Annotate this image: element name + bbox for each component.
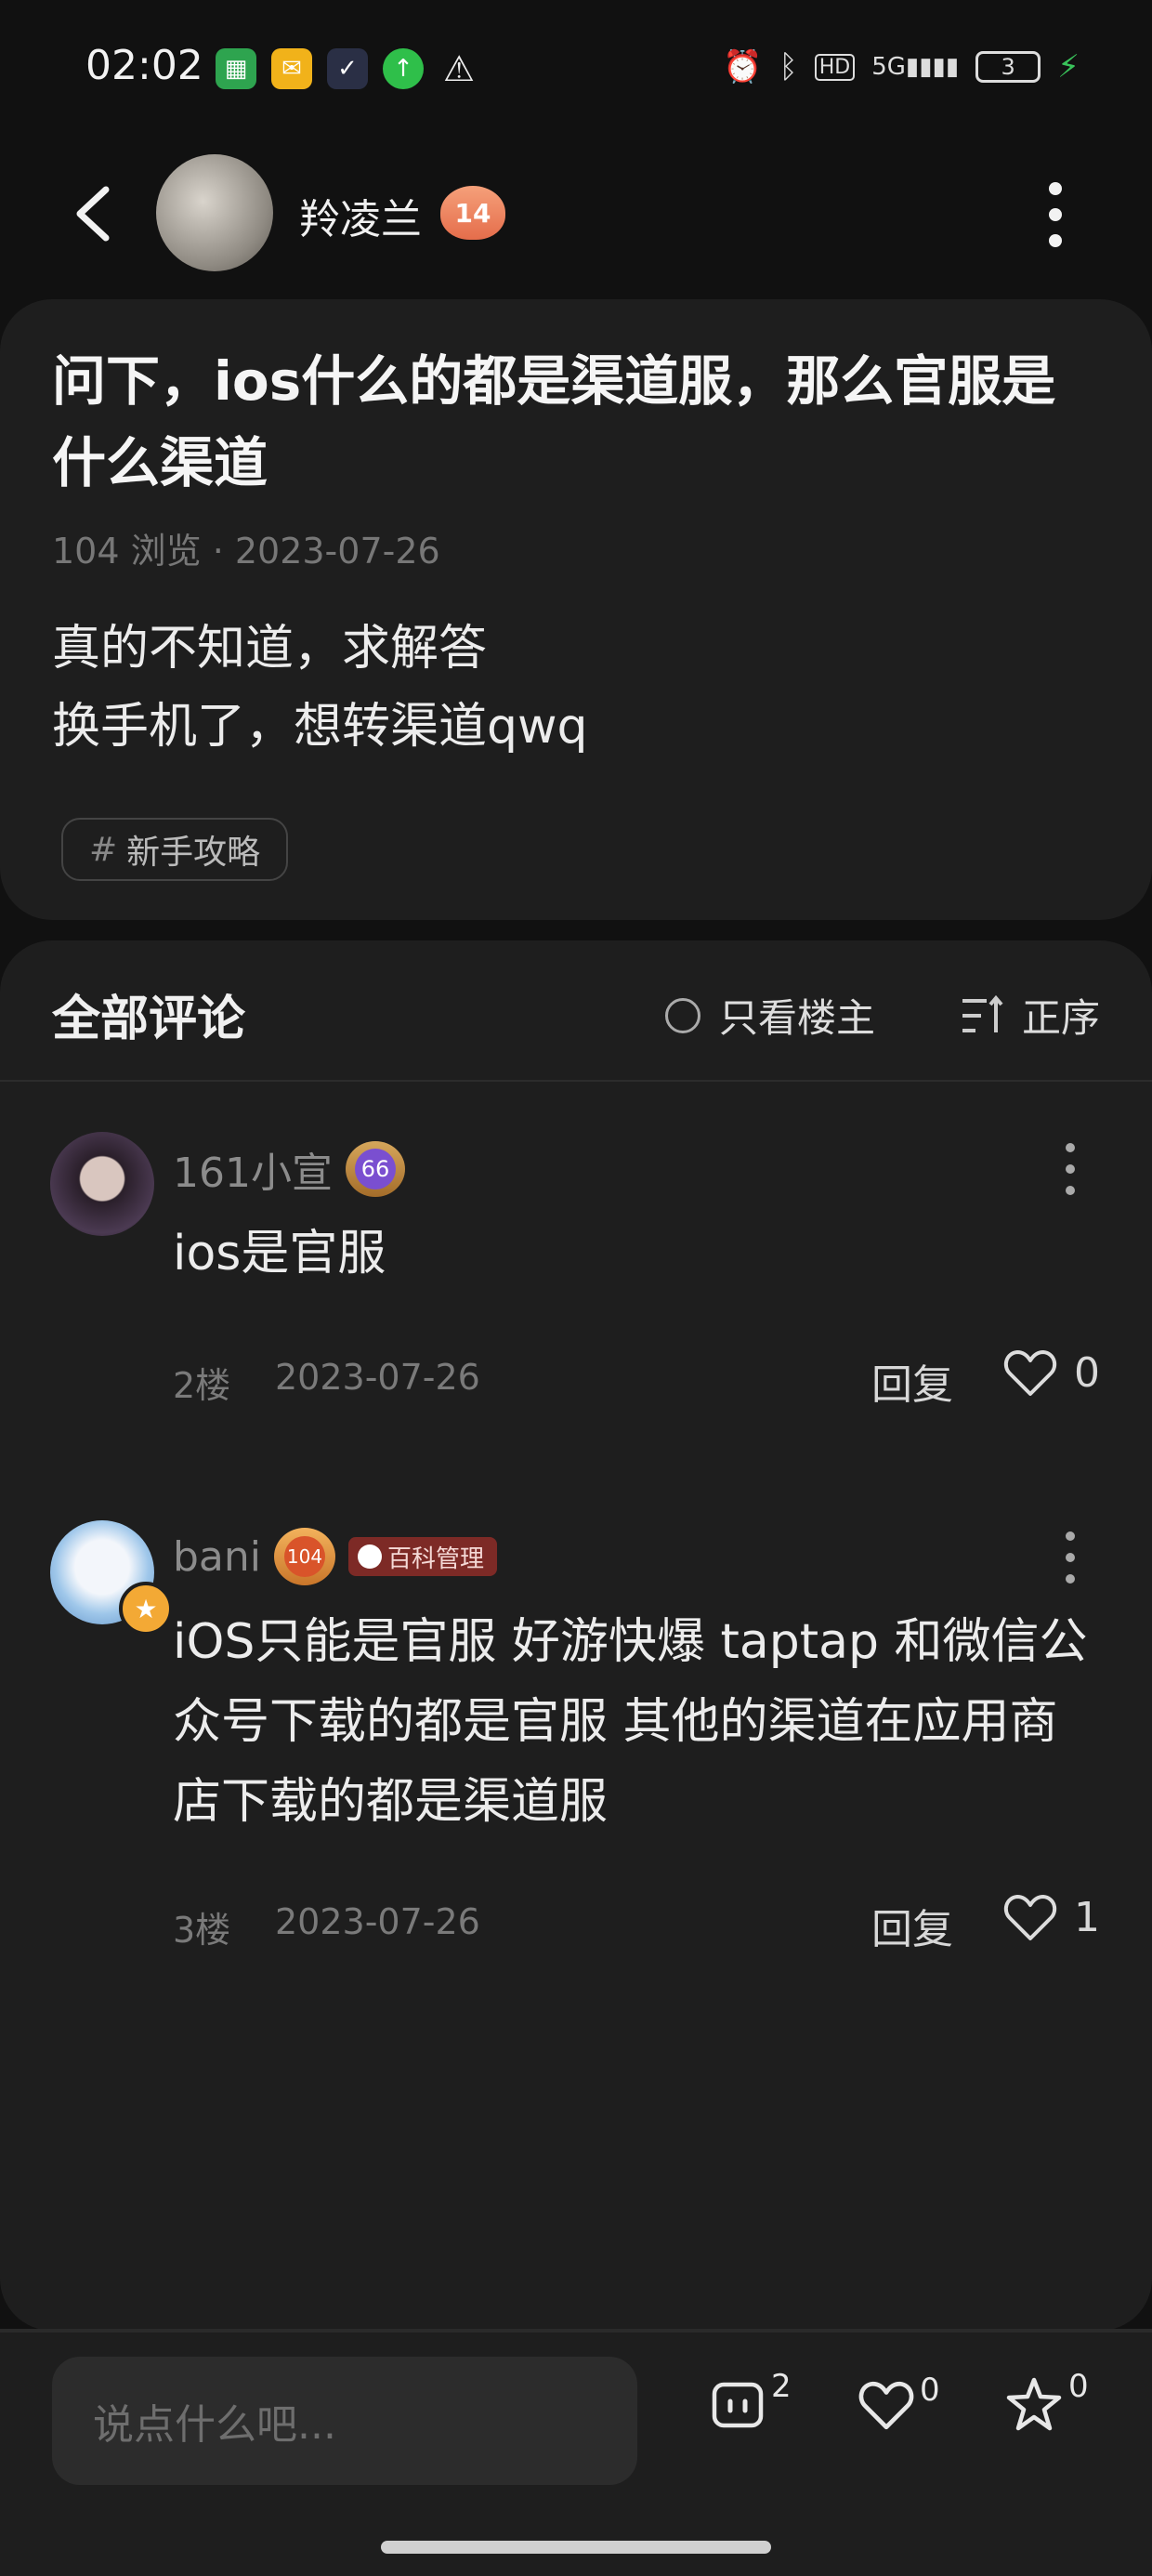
like-count: 1 (1074, 1893, 1100, 1941)
check-icon: ✓ (327, 48, 368, 89)
level-number: 66 (354, 1149, 396, 1189)
author-name[interactable]: 羚凌兰 (299, 186, 422, 245)
level-badge: 104 (274, 1528, 336, 1585)
warning-icon: ⚠ (442, 48, 476, 89)
favorite-count: 0 (1068, 2368, 1089, 2405)
heart-icon (1003, 1350, 1057, 1396)
comment-count-button[interactable]: 2 (710, 2368, 792, 2431)
notification-icons: ▦ ✉ ✓ ↑ ⚠ (216, 48, 479, 89)
author-level-badge: 14 (440, 186, 505, 240)
commenter-avatar[interactable] (50, 1132, 154, 1236)
status-time: 02:02 (85, 42, 203, 89)
like-button[interactable]: 1 (1003, 1892, 1100, 1942)
only-op-label: 只看楼主 (719, 995, 876, 1041)
radio-icon (665, 997, 700, 1033)
post-like-button[interactable]: 0 (858, 2372, 940, 2431)
upload-icon: ↑ (383, 48, 424, 89)
comment-date: 2023-07-26 (275, 1357, 480, 1398)
wiki-icon (358, 1544, 383, 1569)
dot-icon (1066, 1574, 1075, 1584)
back-button[interactable] (65, 177, 121, 251)
commenter-name[interactable]: bani (173, 1533, 261, 1581)
dot-icon (1066, 1143, 1075, 1152)
system-status: ⏰ ᛒ HD 5G▮▮▮▮ 3 ⚡ (723, 48, 1080, 85)
comment-floor: 2楼 (173, 1365, 231, 1406)
comment-input[interactable]: 说点什么吧... (52, 2357, 637, 2485)
star-verified-icon: ★ (119, 1582, 173, 1636)
reply-button[interactable]: 回复 (871, 1896, 953, 1955)
hd-icon: HD (814, 53, 856, 81)
post-body-line: 真的不知道，求解答 (52, 621, 488, 677)
like-count: 0 (1074, 1348, 1100, 1397)
comment-more-button[interactable] (1061, 1143, 1080, 1195)
mail-icon: ✉ (271, 48, 312, 89)
author-level: 14 (454, 197, 491, 229)
comment-more-button[interactable] (1061, 1531, 1080, 1584)
sort-button[interactable]: 正序 (961, 987, 1100, 1044)
level-badge: 66 (345, 1141, 405, 1197)
sort-icon (962, 994, 1003, 1032)
bluetooth-icon: ᛒ (779, 48, 798, 85)
role-label: 百科管理 (387, 1544, 485, 1573)
topic-tag-label: 新手攻略 (126, 834, 261, 872)
post-body: 真的不知道，求解答 换手机了，想转渠道qwq (52, 610, 588, 766)
post-meta: 104 浏览 · 2023-07-26 (52, 531, 440, 572)
comment-date: 2023-07-26 (275, 1901, 480, 1942)
author-avatar[interactable] (156, 154, 273, 271)
dot-icon (1049, 182, 1062, 195)
comment-text: iOS只能是官服 好游快爆 taptap 和微信公众号下载的都是官服 其他的渠道… (173, 1614, 1088, 1830)
hash-icon: # (89, 830, 118, 869)
dot-icon (1066, 1186, 1075, 1195)
more-options-button[interactable] (1037, 182, 1074, 247)
comment-icon (712, 2382, 764, 2428)
like-count: 0 (920, 2372, 940, 2409)
home-indicator[interactable] (381, 2541, 771, 2554)
star-icon (1006, 2377, 1062, 2431)
alarm-icon: ⏰ (722, 48, 763, 85)
comment-count: 2 (771, 2368, 792, 2405)
post-title: 问下，ios什么的都是渠道服，那么官服是什么渠道 (52, 349, 1056, 494)
topic-tag[interactable]: # 新手攻略 (61, 818, 289, 881)
divider (0, 1080, 1152, 1082)
battery-level: 3 (1001, 54, 1015, 80)
comments-title: 全部评论 (52, 992, 246, 1047)
only-op-toggle[interactable]: 只看楼主 (665, 987, 875, 1044)
dot-icon (1066, 1164, 1075, 1174)
heart-icon (858, 2381, 914, 2430)
battery-icon: 3 (975, 51, 1041, 83)
favorite-button[interactable]: 0 (1005, 2368, 1089, 2433)
reply-button[interactable]: 回复 (871, 1351, 953, 1411)
heart-icon (1003, 1895, 1057, 1940)
level-number: 104 (284, 1536, 326, 1577)
comment-floor: 3楼 (173, 1910, 231, 1951)
manager-role-badge: 百科管理 (348, 1537, 498, 1576)
dot-icon (1066, 1531, 1075, 1541)
status-bar: 02:02 ▦ ✉ ✓ ↑ ⚠ ⏰ ᛒ HD 5G▮▮▮▮ 3 ⚡ (0, 0, 1152, 130)
comment-header: bani 104 百科管理 (173, 1528, 498, 1585)
dot-icon (1066, 1553, 1075, 1562)
comment-text: ios是官服 (173, 1226, 386, 1281)
sort-label: 正序 (1022, 995, 1101, 1041)
5g-signal-icon: 5G▮▮▮▮ (871, 53, 960, 81)
back-arrow-icon (76, 186, 110, 242)
dot-icon (1049, 208, 1062, 221)
post-body-line: 换手机了，想转渠道qwq (52, 699, 588, 755)
comment-header: 161小宣 66 (173, 1139, 405, 1199)
dot-icon (1049, 234, 1062, 247)
app-icon: ▦ (216, 48, 256, 89)
charging-icon: ⚡ (1057, 48, 1080, 85)
commenter-name[interactable]: 161小宣 (173, 1139, 333, 1199)
like-button[interactable]: 0 (1003, 1347, 1100, 1398)
